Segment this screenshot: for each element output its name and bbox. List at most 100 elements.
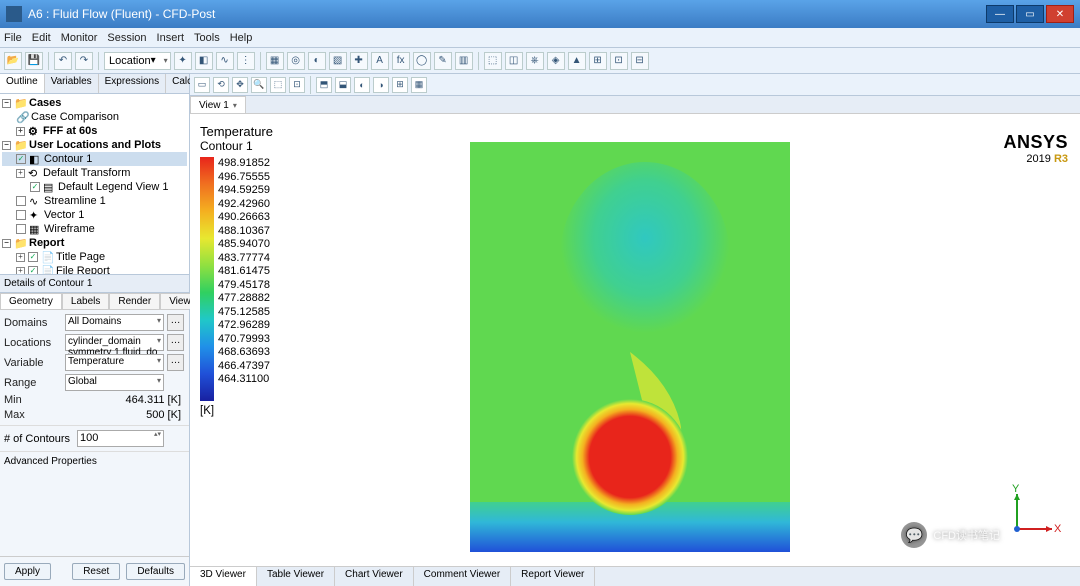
view-icon[interactable]: ⊞ [392,77,408,93]
menu-tools[interactable]: Tools [194,32,220,44]
tool-icon[interactable]: ▲ [568,52,586,70]
main-toolbar: 📂 💾 ↶ ↷ Location ▾ ✦ ◧ ∿ ⋮ ▦ ◎ ◐ ▧ ✚ A f… [0,48,1080,74]
defaults-button[interactable]: Defaults [126,563,185,580]
zoom-icon[interactable]: 🔍 [251,77,267,93]
wireframe-icon: ▦ [29,223,41,235]
apply-button[interactable]: Apply [4,563,51,580]
tool-icon[interactable]: ◎ [287,52,305,70]
view-icon[interactable]: ⬓ [335,77,351,93]
locations-more-button[interactable]: … [167,334,184,351]
view-icon[interactable]: ⬒ [316,77,332,93]
domains-more-button[interactable]: … [167,314,184,331]
view-toolbar: ▭ ⟲ ✥ 🔍 ⬚ ⊡ ⬒ ⬓ ◐ ◑ ⊞ ▦ [190,74,1080,96]
tab-render[interactable]: Render [109,293,160,309]
tool-icon[interactable]: ⊡ [610,52,628,70]
domains-label: Domains [4,317,62,329]
contour-plot [470,142,790,552]
case-icon: ⚙ [28,125,40,137]
tool-icon[interactable]: ⊟ [631,52,649,70]
save-icon[interactable]: 💾 [25,52,43,70]
tab-comment-viewer[interactable]: Comment Viewer [414,567,512,586]
domains-select[interactable]: All Domains [65,314,164,331]
variable-more-button[interactable]: … [167,354,184,371]
menu-monitor[interactable]: Monitor [61,32,98,44]
tool-icon[interactable]: ◫ [505,52,523,70]
vector-icon[interactable]: ✦ [174,52,192,70]
tool-icon[interactable]: ◐ [308,52,326,70]
fit-icon[interactable]: ⊡ [289,77,305,93]
variable-select[interactable]: Temperature [65,354,164,371]
tab-variables[interactable]: Variables [45,74,99,93]
range-select[interactable]: Global [65,374,164,391]
view-tab-1[interactable]: View 1 [190,96,246,113]
tool-icon[interactable]: ⬚ [484,52,502,70]
open-icon[interactable]: 📂 [4,52,22,70]
tab-chart-viewer[interactable]: Chart Viewer [335,567,414,586]
watermark: 💬 CFD读书笔记 [901,522,1000,548]
locations-select[interactable]: cylinder_domain symmetry 1,fluid_do [65,334,164,351]
contour-icon[interactable]: ◧ [195,52,213,70]
window-titlebar: A6 : Fluid Flow (Fluent) - CFD-Post — ▭ … [0,0,1080,28]
legend-unit: [K] [200,405,330,417]
select-icon[interactable]: ▭ [194,77,210,93]
tool-icon[interactable]: ◯ [413,52,431,70]
menu-insert[interactable]: Insert [157,32,185,44]
tool-icon[interactable]: ◈ [547,52,565,70]
tool-icon[interactable]: ⎈ [526,52,544,70]
tool-icon[interactable]: ▦ [266,52,284,70]
page-icon: 📄 [41,265,53,274]
tab-geometry[interactable]: Geometry [0,293,62,309]
view-icon[interactable]: ▦ [411,77,427,93]
maximize-button[interactable]: ▭ [1016,5,1044,23]
ncontours-spinbox[interactable]: 100 [77,430,164,447]
tool-icon[interactable]: ▧ [329,52,347,70]
contour-legend: Temperature Contour 1 498.91852496.75555… [200,124,330,556]
tab-table-viewer[interactable]: Table Viewer [257,567,335,586]
tab-expressions[interactable]: Expressions [99,74,166,93]
streamline-icon[interactable]: ∿ [216,52,234,70]
tool-icon[interactable]: ▥ [455,52,473,70]
pan-icon[interactable]: ✥ [232,77,248,93]
3d-viewport[interactable]: Temperature Contour 1 498.91852496.75555… [190,114,1080,566]
minimize-button[interactable]: — [986,5,1014,23]
particle-icon[interactable]: ⋮ [237,52,255,70]
tool-icon[interactable]: ✎ [434,52,452,70]
tool-icon[interactable]: fx [392,52,410,70]
svg-text:X: X [1054,523,1062,535]
advanced-properties[interactable]: Advanced Properties [0,451,189,471]
rotate-icon[interactable]: ⟲ [213,77,229,93]
menu-edit[interactable]: Edit [32,32,51,44]
menu-session[interactable]: Session [107,32,146,44]
tool-icon[interactable]: ⊞ [589,52,607,70]
location-dropdown[interactable]: Location ▾ [104,52,171,70]
vector-icon: ✦ [29,209,41,221]
locations-label: Locations [4,337,62,349]
redo-icon[interactable]: ↷ [75,52,93,70]
close-button[interactable]: ✕ [1046,5,1074,23]
view-icon[interactable]: ◑ [373,77,389,93]
tab-labels[interactable]: Labels [62,293,109,309]
reset-button[interactable]: Reset [72,563,120,580]
details-header: Details of Contour 1 [0,274,189,293]
tab-report-viewer[interactable]: Report Viewer [511,567,595,586]
svg-text:Y: Y [1012,484,1020,495]
property-grid: Domains All Domains … Locations cylinder… [0,310,189,425]
undo-icon[interactable]: ↶ [54,52,72,70]
view-icon[interactable]: ◐ [354,77,370,93]
contour-icon: ◧ [29,153,41,165]
zoombox-icon[interactable]: ⬚ [270,77,286,93]
tab-3d-viewer[interactable]: 3D Viewer [190,567,257,586]
window-title: A6 : Fluid Flow (Fluent) - CFD-Post [28,7,986,21]
min-value: 464.311 [K] [65,394,185,406]
tool-icon[interactable]: ✚ [350,52,368,70]
tab-outline[interactable]: Outline [0,74,45,93]
legend-title: Temperature [200,124,330,139]
folder-icon: 📁 [14,97,26,109]
min-label: Min [4,394,62,406]
ansys-brand: ANSYS 2019 R3 [1003,132,1068,165]
menu-help[interactable]: Help [230,32,253,44]
menu-file[interactable]: File [4,32,22,44]
variable-label: Variable [4,357,62,369]
tool-icon[interactable]: A [371,52,389,70]
outline-tree[interactable]: −📁Cases 🔗Case Comparison +⚙FFF at 60s −📁… [0,94,189,274]
